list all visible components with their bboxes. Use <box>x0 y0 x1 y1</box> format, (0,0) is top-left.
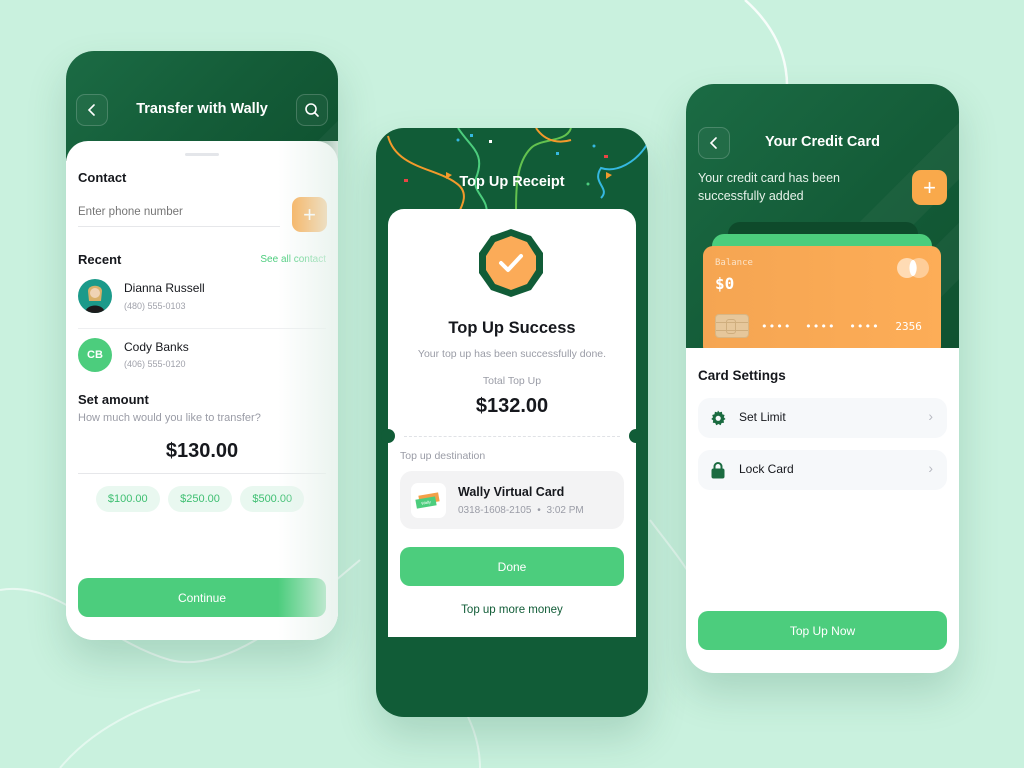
chevron-right-icon: › <box>928 408 933 424</box>
total-value: $132.00 <box>475 395 549 417</box>
card-settings-title: Card Settings <box>698 368 786 383</box>
set-amount-subtitle: How much would you like to transfer? <box>78 412 261 424</box>
chevron-right-icon: › <box>928 460 933 476</box>
success-message: Your credit card has been successfully a… <box>698 171 840 203</box>
recent-title: Recent <box>78 252 122 267</box>
card-brand-logo-icon <box>897 258 929 278</box>
see-all-contact-link[interactable]: See all contact <box>260 254 326 265</box>
add-contact-button[interactable]: + <box>292 197 327 232</box>
credit-card[interactable]: Balance $0 •••• •••• •••• 2356 <box>703 246 941 348</box>
setting-label: Lock Card <box>739 462 794 476</box>
quick-amount-chip[interactable]: $250.00 <box>168 486 232 512</box>
page-title: Your Credit Card <box>765 134 880 150</box>
card-name: Wally Virtual Card <box>458 485 565 499</box>
contact-name: Cody Banks <box>124 340 189 354</box>
plus-icon: + <box>303 201 316 227</box>
done-button[interactable]: Done <box>400 547 624 586</box>
divider <box>404 436 620 437</box>
lock-icon <box>711 462 725 479</box>
receipt-screen: Top Up Receipt Top Up Success Your top u… <box>376 128 648 717</box>
avatar-initials: CB <box>78 338 112 372</box>
receipt-card: Top Up Success Your top up has been succ… <box>381 209 643 637</box>
top-up-more-link[interactable]: Top up more money <box>388 604 636 616</box>
contact-list-item[interactable]: Dianna Russell (480) 555-0103 <box>78 271 326 329</box>
success-badge <box>479 229 543 297</box>
add-card-button[interactable]: + <box>912 170 947 205</box>
card-last-digits: 2356 <box>895 320 922 333</box>
quick-amounts: $100.00 $250.00 $500.00 <box>66 486 338 512</box>
balance-label: Balance <box>715 258 753 268</box>
contact-phone: (406) 555-0120 <box>124 359 186 369</box>
search-button[interactable] <box>296 94 328 126</box>
credit-card-screen: Your Credit Card Your credit card has be… <box>686 84 959 673</box>
contact-title: Contact <box>78 170 127 185</box>
topup-time: 3:02 PM <box>546 505 584 516</box>
receipt-scallop-edge <box>388 632 636 636</box>
contact-list-item[interactable]: CB Cody Banks (406) 555-0120 <box>78 330 326 388</box>
confetti-decoration <box>387 128 648 218</box>
destination-card[interactable]: Wally Wally Virtual Card 0318-1608-2105 … <box>400 471 624 529</box>
setting-set-limit[interactable]: Set Limit › <box>698 398 947 438</box>
quick-amount-chip[interactable]: $100.00 <box>95 486 160 512</box>
masked-card-number: •••• •••• •••• 2356 <box>761 320 922 333</box>
credit-card-header: Your Credit Card Your credit card has be… <box>686 84 959 348</box>
top-up-now-button[interactable]: Top Up Now <box>698 611 947 650</box>
success-title: Top Up Success <box>448 319 576 337</box>
chip-icon <box>715 314 749 338</box>
destination-label: Top up destination <box>400 450 486 462</box>
search-icon <box>305 103 319 117</box>
quick-amount-chip[interactable]: $500.00 <box>240 486 305 512</box>
transfer-sheet: Contact + Recent See all contact Dianna … <box>66 141 338 640</box>
amount-input[interactable]: $130.00 <box>78 440 326 474</box>
transfer-screen: Transfer with Wally Contact + Recent See… <box>66 51 338 640</box>
gear-icon <box>711 410 726 426</box>
setting-label: Set Limit <box>739 410 786 424</box>
balance-value: $0 <box>715 274 735 293</box>
success-subtitle: Your top up has been successfully done. <box>417 348 607 360</box>
set-amount-title: Set amount <box>78 392 149 407</box>
page-title: Top Up Receipt <box>459 174 565 190</box>
drag-handle[interactable] <box>185 153 219 156</box>
wally-card-icon: Wally <box>411 483 446 518</box>
card-number: 0318-1608-2105 <box>458 505 532 516</box>
contact-name: Dianna Russell <box>124 281 205 295</box>
total-label: Total Top Up <box>482 375 542 387</box>
card-meta: 0318-1608-2105 • 3:02 PM <box>458 505 584 516</box>
contact-phone: (480) 555-0103 <box>124 301 186 311</box>
plus-icon: + <box>923 174 936 200</box>
phone-number-input[interactable] <box>78 197 280 227</box>
avatar <box>78 279 112 313</box>
setting-lock-card[interactable]: Lock Card › <box>698 450 947 490</box>
continue-button[interactable]: Continue <box>78 578 326 617</box>
